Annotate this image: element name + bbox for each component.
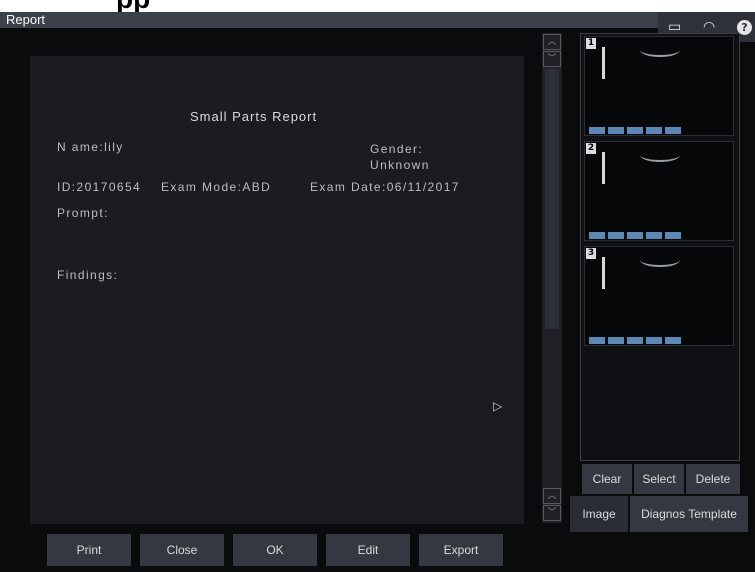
exam-mode: Exam Mode:ABD xyxy=(161,180,272,194)
ultrasound-arc xyxy=(640,148,680,162)
gender-value: Unknown xyxy=(370,158,430,172)
thumbnail-toolbar xyxy=(589,329,699,344)
ultrasound-image xyxy=(602,152,605,184)
thumbnail-toolbar xyxy=(589,119,699,134)
report-scrollbar[interactable]: ︿ ﹀ ︿ ﹀ xyxy=(542,33,562,523)
thumbnail-toolbar xyxy=(589,224,699,239)
scroll-down-icon[interactable]: ︿ xyxy=(543,488,561,504)
report-title: Small Parts Report xyxy=(190,109,318,124)
patient-name: N ame:lily xyxy=(57,140,124,154)
select-button[interactable]: Select xyxy=(634,464,684,494)
thumbnail-number: 2 xyxy=(586,143,596,154)
image-thumbnail-list: 1 2 3 xyxy=(580,33,740,461)
report-document: Small Parts Report N ame:lily Gender: Un… xyxy=(30,56,524,524)
top-strip xyxy=(0,0,755,12)
close-button[interactable]: Close xyxy=(140,534,224,566)
tab-diagnos-template[interactable]: Diagnos Template xyxy=(630,496,748,532)
export-button[interactable]: Export xyxy=(419,534,503,566)
ok-button[interactable]: OK xyxy=(233,534,317,566)
prompt-label: Prompt: xyxy=(57,206,109,220)
print-button[interactable]: Print xyxy=(47,534,131,566)
findings-label: Findings: xyxy=(57,268,119,282)
thumbnail-item[interactable]: 1 xyxy=(584,36,734,136)
thumbnail-number: 1 xyxy=(586,38,596,49)
thumbnail-item[interactable]: 2 xyxy=(584,141,734,241)
thumbnail-item[interactable]: 3 xyxy=(584,246,734,346)
window-title: Report xyxy=(6,12,46,27)
scroll-top-icon[interactable]: ︿ xyxy=(543,34,561,50)
scroll-bottom-icon[interactable]: ﹀ xyxy=(543,505,561,521)
ultrasound-image xyxy=(602,47,605,79)
ultrasound-arc xyxy=(640,43,680,57)
title-bar: Report xyxy=(0,12,755,28)
scroll-up-icon[interactable]: ﹀ xyxy=(543,51,561,67)
clear-button[interactable]: Clear xyxy=(582,464,632,494)
delete-button[interactable]: Delete xyxy=(686,464,740,494)
edit-button[interactable]: Edit xyxy=(326,534,410,566)
patient-id: ID:20170654 xyxy=(57,180,142,194)
thumbnail-number: 3 xyxy=(586,248,596,259)
tab-image[interactable]: Image xyxy=(570,496,628,532)
gender-label: Gender: xyxy=(370,142,424,156)
mouse-cursor-icon: ▷ xyxy=(493,399,503,413)
ultrasound-arc xyxy=(640,253,680,267)
ultrasound-image xyxy=(602,257,605,289)
exam-date: Exam Date:06/11/2017 xyxy=(310,180,460,194)
scroll-thumb[interactable] xyxy=(545,69,559,329)
